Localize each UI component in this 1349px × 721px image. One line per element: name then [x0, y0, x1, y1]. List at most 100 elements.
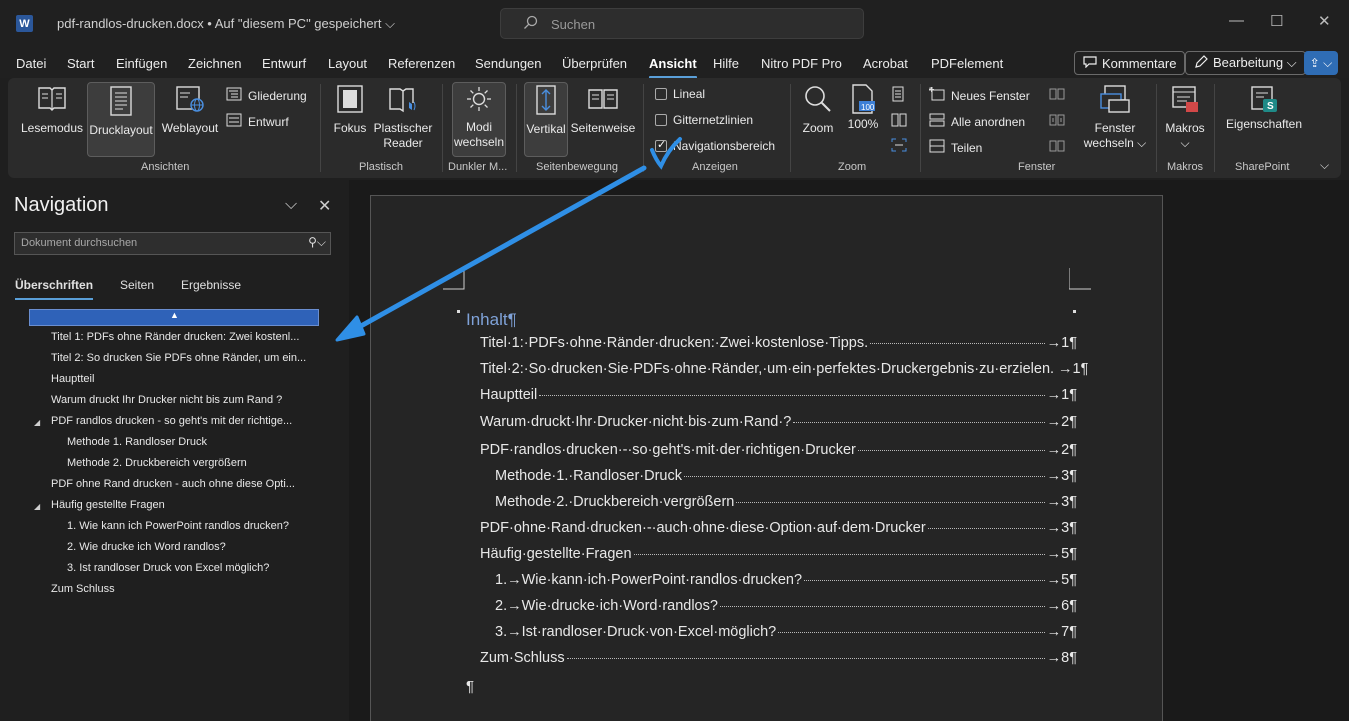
zoom-button[interactable]: Zoom	[798, 84, 838, 156]
tab-ansicht[interactable]: Ansicht	[649, 56, 697, 79]
toc-entry[interactable]: PDF·ohne·Rand·drucken·-·auch·ohne·diese·…	[480, 520, 1077, 536]
nav-selected-heading[interactable]: ▲	[29, 309, 319, 326]
maximize-button[interactable]: ☐	[1270, 12, 1283, 30]
weblayout-button[interactable]: Weblayout	[158, 84, 222, 156]
document-title[interactable]: pdf-randlos-drucken.docx • Auf "diesem P…	[57, 16, 395, 32]
eigenschaften-button[interactable]: S Eigenschaften	[1222, 84, 1306, 156]
collapse-ribbon-button[interactable]: ⌵	[1320, 158, 1329, 173]
plastischer-reader-button[interactable]: Plastischer Reader	[372, 84, 434, 156]
modi-wechseln-button[interactable]: Modi wechseln	[452, 82, 506, 157]
toc-entry[interactable]: PDF·randlos·drucken·-·so·geht's·mit·der·…	[480, 442, 1077, 458]
toc-entry[interactable]: Methode·2.·Druckbereich·vergrößern →3¶	[495, 494, 1077, 510]
page-width-icon[interactable]	[891, 137, 907, 156]
toc-entry[interactable]: Warum·druckt·Ihr·Drucker·nicht·bis·zum·R…	[480, 414, 1077, 430]
fokus-button[interactable]: Fokus	[330, 84, 370, 156]
side-by-side-view-icon[interactable]	[1049, 87, 1065, 104]
nav-heading-item[interactable]: Methode 1. Randloser Druck	[67, 436, 321, 448]
tab-acrobat[interactable]: Acrobat	[863, 56, 908, 71]
neues-fenster-button[interactable]: Neues Fenster	[929, 87, 1030, 104]
margin-corner-top-left	[443, 268, 465, 290]
lineal-checkbox-box[interactable]	[655, 88, 667, 100]
toc-entry[interactable]: 2.→Wie·drucke·ich·Word·randlos? →6¶	[495, 598, 1077, 614]
tab-einfuegen[interactable]: Einfügen	[116, 56, 167, 71]
gitternetzlinien-checkbox-box[interactable]	[655, 114, 667, 126]
nav-heading-item[interactable]: 2. Wie drucke ich Word randlos?	[67, 541, 321, 553]
nav-tab-ueberschriften[interactable]: Überschriften	[15, 278, 94, 300]
hundred-icon-text: 100	[861, 103, 875, 112]
toc-entry[interactable]: Häufig·gestellte·Fragen →5¶	[480, 546, 1077, 562]
search-box[interactable]: Suchen	[500, 8, 864, 39]
nav-heading-item[interactable]: Zum Schluss	[51, 583, 321, 595]
nav-heading-item[interactable]: Titel 1: PDFs ohne Ränder drucken: Zwei …	[51, 331, 321, 343]
toc-entry[interactable]: 1.→Wie·kann·ich·PowerPoint·randlos·druck…	[495, 572, 1077, 588]
nav-tab-seiten[interactable]: Seiten	[120, 278, 154, 292]
editing-mode-button[interactable]: Bearbeitung ⌵	[1185, 51, 1306, 75]
lineal-checkbox[interactable]: Lineal	[655, 87, 705, 101]
tab-hilfe[interactable]: Hilfe	[713, 56, 739, 71]
toc-leader	[927, 528, 1045, 529]
toc-entry[interactable]: Zum·Schluss →8¶	[480, 650, 1077, 666]
toc-entry[interactable]: Hauptteil →1¶	[480, 387, 1077, 403]
fenster-wechseln-button[interactable]: Fenster wechseln ⌵	[1080, 84, 1150, 156]
split-icon	[929, 139, 945, 156]
minimize-button[interactable]: —	[1229, 12, 1244, 29]
nav-search-input[interactable]: Dokument durchsuchen ⚲⌵	[14, 232, 331, 255]
comments-button[interactable]: Kommentare	[1074, 51, 1186, 75]
vertikal-label: Vertikal	[526, 122, 566, 136]
nav-tab-ergebnisse[interactable]: Ergebnisse	[181, 278, 241, 292]
one-page-icon[interactable]	[891, 86, 905, 105]
share-button[interactable]: ⇪ ⌵	[1304, 51, 1338, 75]
entwurf-view-button[interactable]: Entwurf	[226, 113, 289, 130]
lesemodus-button[interactable]: Lesemodus	[20, 84, 84, 156]
nav-search-icon[interactable]: ⚲⌵	[308, 235, 326, 250]
document-page[interactable]: Inhalt¶ Titel·1:·PDFs·ohne·Ränder·drucke…	[370, 195, 1163, 721]
navigationsbereich-checkbox-box[interactable]	[655, 138, 667, 152]
nav-heading-item[interactable]: Titel 2: So drucken Sie PDFs ohne Ränder…	[51, 352, 321, 364]
immersive-reader-icon	[372, 84, 434, 118]
toc-entry[interactable]: Methode·1.·Randloser·Druck →3¶	[495, 468, 1077, 484]
seitenweise-button[interactable]: Seitenweise	[570, 84, 636, 156]
multiple-pages-icon[interactable]	[891, 112, 907, 131]
tab-pdfelement[interactable]: PDFelement	[931, 56, 1003, 71]
tab-entwurf[interactable]: Entwurf	[262, 56, 306, 71]
tab-referenzen[interactable]: Referenzen	[388, 56, 455, 71]
nav-heading-item[interactable]: 3. Ist randloser Druck von Excel möglich…	[67, 562, 321, 574]
nav-options-button[interactable]: ⌵	[285, 196, 297, 214]
expand-triangle-icon[interactable]: ◢	[34, 418, 40, 427]
gliederung-button[interactable]: Gliederung	[226, 87, 307, 104]
navigationsbereich-label: Navigationsbereich	[673, 139, 776, 153]
expand-triangle-icon[interactable]: ◢	[34, 502, 40, 511]
nav-heading-item[interactable]: Warum druckt Ihr Drucker nicht bis zum R…	[51, 394, 321, 406]
close-window-button[interactable]: ✕	[1318, 12, 1331, 30]
group-label-zoom: Zoom	[838, 161, 867, 173]
synchronous-scroll-icon[interactable]	[1049, 113, 1065, 130]
teilen-label: Teilen	[951, 140, 983, 155]
tab-sendungen[interactable]: Sendungen	[475, 56, 542, 71]
toc-entry[interactable]: Titel·2:·So·drucken·Sie·PDFs·ohne·Ränder…	[480, 361, 1088, 377]
nav-heading-item[interactable]: PDF randlos drucken - so geht's mit der …	[51, 415, 321, 427]
teilen-button[interactable]: Teilen	[929, 139, 982, 156]
nav-heading-item[interactable]: Hauptteil	[51, 373, 321, 385]
toc-entry[interactable]: 3.→Ist·randloser·Druck·von·Excel·möglich…	[495, 624, 1077, 640]
tab-start[interactable]: Start	[67, 56, 94, 71]
tab-layout[interactable]: Layout	[328, 56, 367, 71]
reset-window-position-icon[interactable]	[1049, 139, 1065, 156]
navigationsbereich-checkbox[interactable]: Navigationsbereich	[655, 138, 776, 153]
vertikal-button[interactable]: Vertikal	[524, 82, 568, 157]
nav-heading-item[interactable]: PDF ohne Rand drucken - auch ohne diese …	[51, 478, 321, 490]
zoom-100-button[interactable]: 100 100%	[844, 84, 882, 156]
gitternetzlinien-checkbox[interactable]: Gitternetzlinien	[655, 113, 753, 127]
tab-ueberpruefen[interactable]: Überprüfen	[562, 56, 627, 71]
nav-heading-item[interactable]: 1. Wie kann ich PowerPoint randlos druck…	[67, 520, 321, 532]
tab-nitro-pdf-pro[interactable]: Nitro PDF Pro	[761, 56, 842, 71]
alle-anordnen-button[interactable]: Alle anordnen	[929, 113, 1025, 130]
lineal-label: Lineal	[673, 87, 706, 101]
makros-button[interactable]: Makros ⌵	[1163, 84, 1207, 156]
toc-entry[interactable]: Titel·1:·PDFs·ohne·Ränder·drucken:·Zwei·…	[480, 335, 1077, 351]
tab-datei[interactable]: Datei	[16, 56, 46, 71]
nav-close-button[interactable]: ✕	[318, 196, 331, 216]
tab-zeichnen[interactable]: Zeichnen	[188, 56, 241, 71]
drucklayout-button[interactable]: Drucklayout	[87, 82, 155, 157]
nav-heading-item[interactable]: Häufig gestellte Fragen	[51, 499, 321, 511]
nav-heading-item[interactable]: Methode 2. Druckbereich vergrößern	[67, 457, 321, 469]
